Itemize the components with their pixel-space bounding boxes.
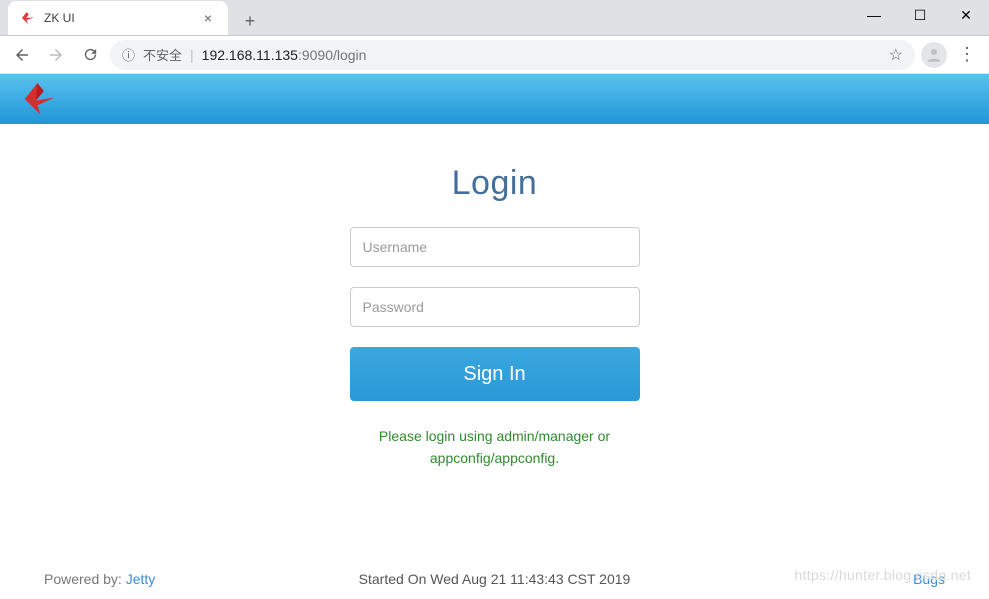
- jetty-link[interactable]: Jetty: [126, 571, 156, 587]
- separator: |: [190, 47, 194, 63]
- browser-tab[interactable]: ZK UI ×: [8, 1, 228, 35]
- bird-icon: [20, 10, 36, 26]
- page-content: Login Sign In Please login using admin/m…: [0, 74, 989, 599]
- kebab-menu-icon[interactable]: ⋮: [953, 44, 981, 65]
- login-form: Login Sign In Please login using admin/m…: [350, 164, 640, 470]
- profile-avatar[interactable]: [921, 42, 947, 68]
- maximize-button[interactable]: ☐: [897, 0, 943, 30]
- insecure-label: 不安全: [143, 45, 182, 64]
- close-window-button[interactable]: ✕: [943, 0, 989, 30]
- login-hint: Please login using admin/manager or appc…: [350, 425, 640, 470]
- bird-logo-icon: [20, 80, 58, 118]
- reload-button[interactable]: [76, 41, 104, 69]
- powered-by: Powered by: Jetty: [44, 571, 155, 587]
- bugs-link[interactable]: Bugs: [913, 571, 945, 587]
- hint-line-2: appconfig/appconfig.: [350, 447, 640, 469]
- forward-button[interactable]: [42, 41, 70, 69]
- back-button[interactable]: [8, 41, 36, 69]
- powered-by-label: Powered by:: [44, 571, 126, 587]
- info-icon: ⓘ: [122, 45, 135, 64]
- header-band: [0, 74, 989, 124]
- password-input[interactable]: [350, 287, 640, 327]
- bookmark-star-icon[interactable]: ☆: [889, 45, 903, 65]
- tab-strip: ZK UI × +: [0, 0, 989, 36]
- window-controls: — ☐ ✕: [851, 0, 989, 30]
- minimize-button[interactable]: —: [851, 0, 897, 30]
- hint-line-1: Please login using admin/manager or: [350, 425, 640, 447]
- close-tab-icon[interactable]: ×: [200, 10, 216, 26]
- new-tab-button[interactable]: +: [236, 7, 264, 35]
- signin-button[interactable]: Sign In: [350, 347, 640, 401]
- address-bar[interactable]: ⓘ 不安全 | 192.168.11.135:9090/login ☆: [110, 40, 915, 70]
- page-footer: Powered by: Jetty Started On Wed Aug 21 …: [0, 571, 989, 587]
- url-text: 192.168.11.135:9090/login: [202, 47, 367, 63]
- login-title: Login: [350, 164, 640, 203]
- tab-title: ZK UI: [44, 11, 200, 25]
- browser-toolbar: ⓘ 不安全 | 192.168.11.135:9090/login ☆ ⋮: [0, 36, 989, 74]
- username-input[interactable]: [350, 227, 640, 267]
